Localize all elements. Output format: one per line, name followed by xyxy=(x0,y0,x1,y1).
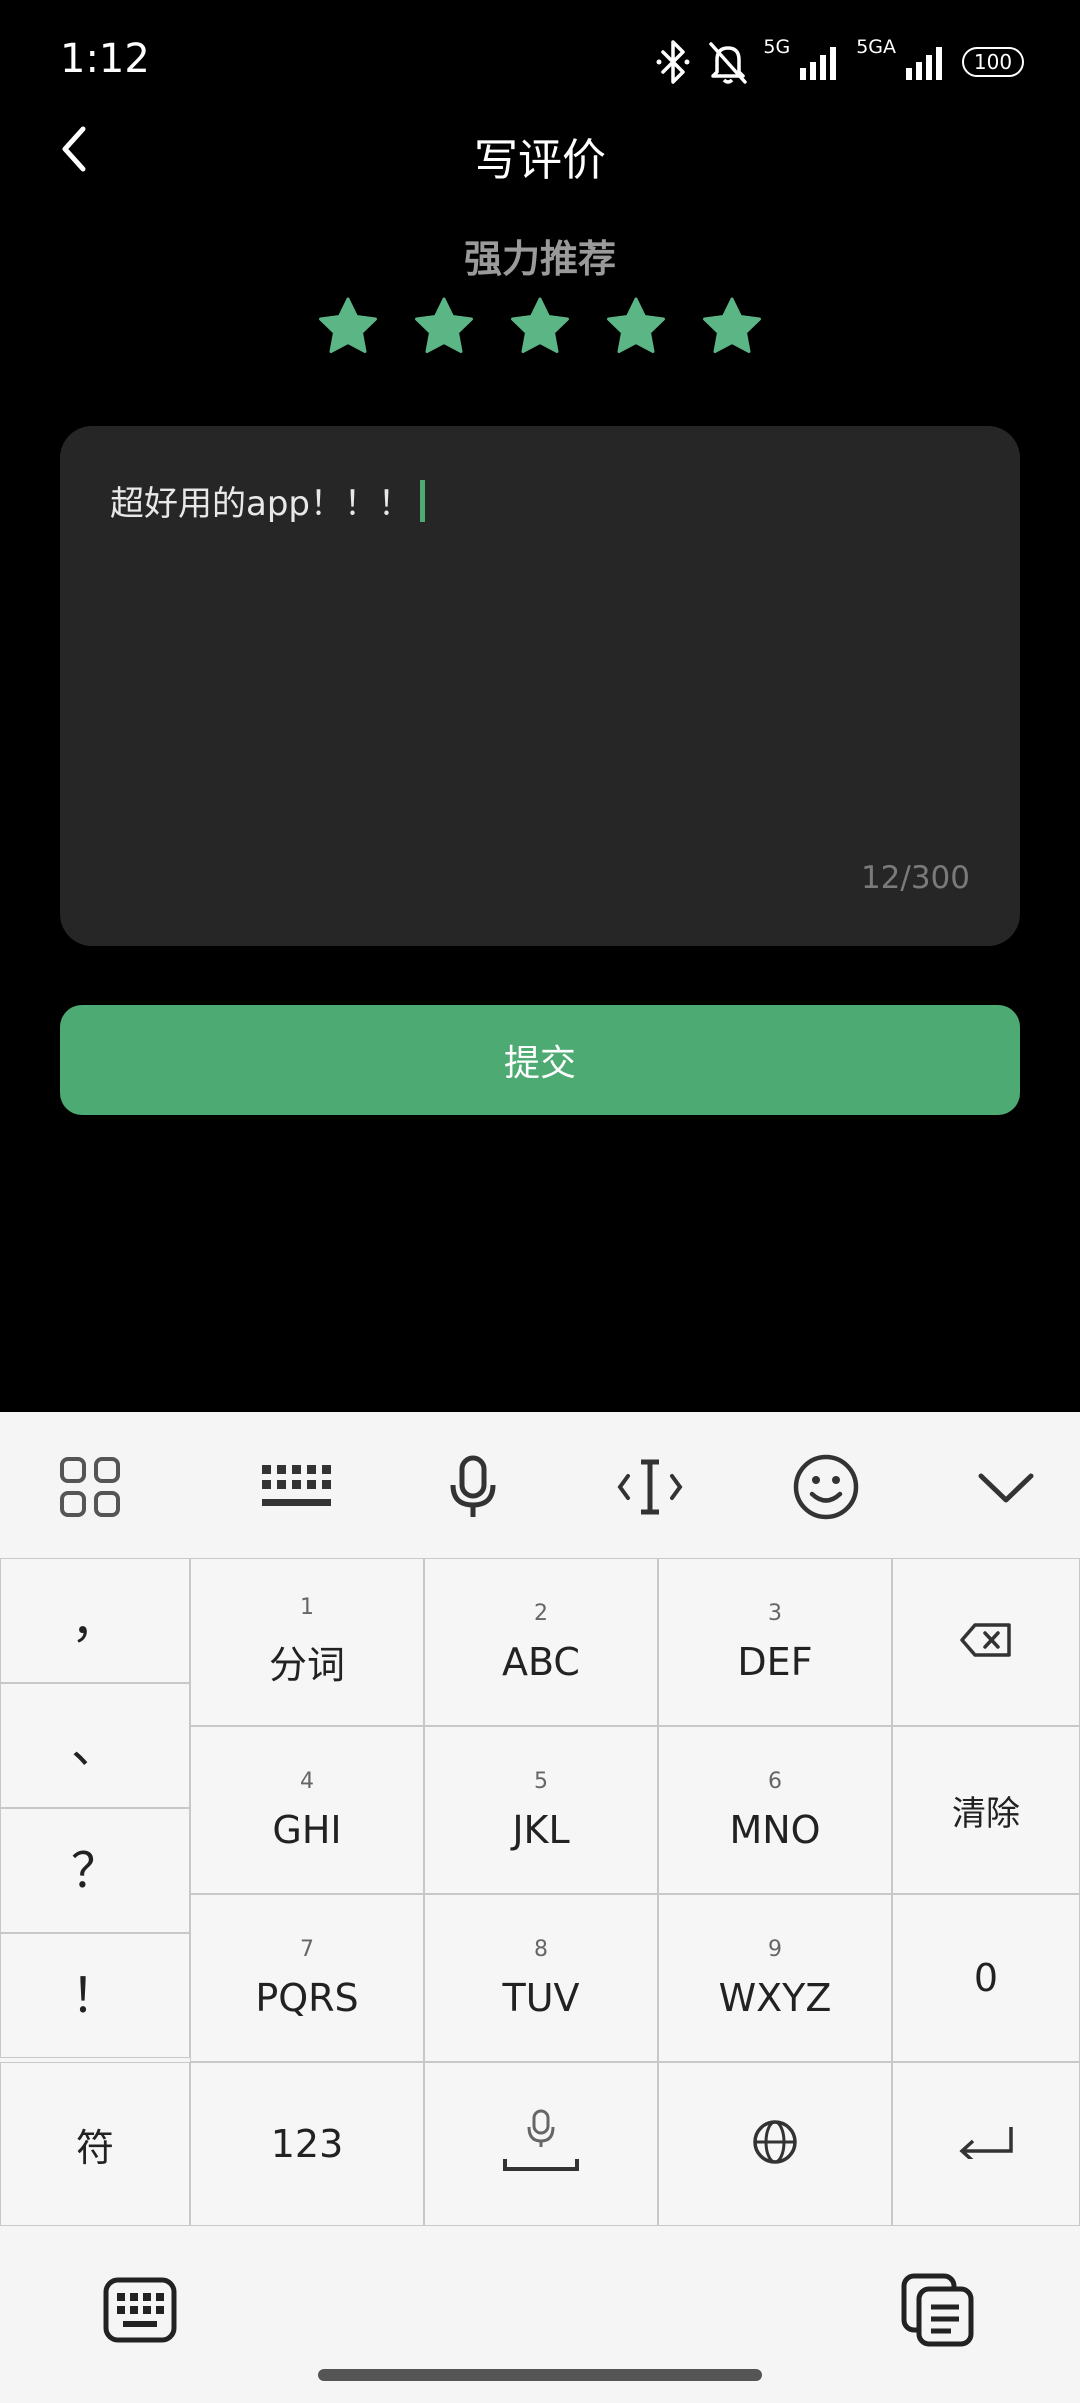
clear-key[interactable]: 清除 xyxy=(892,1726,1080,1894)
keyboard-switch-icon[interactable] xyxy=(100,2272,180,2348)
key-number: 4 xyxy=(300,1768,314,1794)
key-number: 7 xyxy=(300,1936,314,1962)
t9-key-2[interactable]: 2 ABC xyxy=(424,1558,658,1726)
submit-button[interactable]: 提交 xyxy=(60,1005,1020,1115)
key-number: 5 xyxy=(534,1768,548,1794)
key-label: TUV xyxy=(502,1975,580,2020)
t9-key-4[interactable]: 4 GHI xyxy=(190,1726,424,1894)
t9-key-1[interactable]: 1 分词 xyxy=(190,1558,424,1726)
t9-key-3[interactable]: 3 DEF xyxy=(658,1558,892,1726)
t9-key-7[interactable]: 7 PQRS xyxy=(190,1894,424,2062)
keyboard-toolbar xyxy=(0,1412,1080,1558)
key-label: DEF xyxy=(737,1639,813,1684)
key-label: MNO xyxy=(729,1807,821,1852)
star-icon[interactable] xyxy=(412,294,476,358)
key-number: 3 xyxy=(768,1600,782,1626)
space-mic-icon xyxy=(501,2109,581,2179)
t9-key-8[interactable]: 8 TUV xyxy=(424,1894,658,2062)
star-icon[interactable] xyxy=(316,294,380,358)
star-icon[interactable] xyxy=(604,294,668,358)
bell-off-icon xyxy=(707,40,749,84)
clipboard-icon[interactable] xyxy=(898,2272,978,2348)
review-text-wrap: 超好用的app！！！ xyxy=(110,476,425,525)
key-number: 1 xyxy=(300,1595,314,1620)
text-caret xyxy=(420,479,425,522)
language-key[interactable] xyxy=(658,2062,892,2226)
space-key[interactable] xyxy=(424,2062,658,2226)
key-label: 分词 xyxy=(268,1643,345,1687)
cursor-icon[interactable] xyxy=(610,1452,690,1522)
backspace-icon xyxy=(959,1622,1013,1662)
key-number: 6 xyxy=(768,1768,782,1794)
review-text: 超好用的app！！！ xyxy=(110,484,412,524)
status-bar: 1:12 5G 5GA 100 xyxy=(0,0,1080,120)
home-indicator[interactable] xyxy=(318,2369,762,2381)
key-label: GHI xyxy=(272,1807,342,1852)
punct-label: 、 xyxy=(70,1717,119,1774)
key-label: ABC xyxy=(502,1639,580,1684)
network-label-1: 5G xyxy=(763,36,791,58)
battery-icon: 100 xyxy=(962,47,1024,77)
key-number: 2 xyxy=(534,1600,548,1626)
rating-label: 强力推荐 xyxy=(463,237,616,281)
key-label: 符 xyxy=(75,2125,114,2170)
punct-label: ， xyxy=(70,1592,119,1649)
punct-label: ？ xyxy=(70,1842,119,1899)
symbols-key[interactable]: 符 xyxy=(0,2062,190,2226)
signal-icon xyxy=(798,44,842,80)
t9-key-9[interactable]: 9 WXYZ xyxy=(658,1894,892,2062)
enter-key[interactable] xyxy=(892,2062,1080,2226)
emoji-icon[interactable] xyxy=(786,1452,866,1522)
enter-icon xyxy=(957,2125,1015,2163)
bluetooth-icon xyxy=(653,40,693,84)
punct-key-comma[interactable]: ， xyxy=(0,1558,190,1683)
backspace-key[interactable] xyxy=(892,1558,1080,1726)
network-label-2: 5GA xyxy=(856,36,896,58)
apps-icon[interactable] xyxy=(50,1452,130,1522)
star-icon[interactable] xyxy=(508,294,572,358)
key-label: 清除 xyxy=(952,1793,1020,1834)
status-time: 1:12 xyxy=(60,36,150,82)
punct-key-dunhao[interactable]: 、 xyxy=(0,1683,190,1808)
chevron-down-icon[interactable] xyxy=(966,1452,1046,1522)
t9-key-5[interactable]: 5 JKL xyxy=(424,1726,658,1894)
status-icons: 5G 5GA 100 xyxy=(653,38,1024,86)
punct-key-exclamation[interactable]: ！ xyxy=(0,1933,190,2058)
microphone-icon[interactable] xyxy=(433,1452,513,1522)
globe-icon xyxy=(752,2119,798,2169)
key-number: 8 xyxy=(534,1936,548,1962)
numbers-key[interactable]: 123 xyxy=(190,2062,424,2226)
keyboard-icon[interactable] xyxy=(256,1452,336,1522)
key-label: JKL xyxy=(512,1807,570,1852)
zero-key[interactable]: 0 xyxy=(892,1894,1080,2062)
key-label: 123 xyxy=(270,2122,344,2166)
review-textarea[interactable]: 超好用的app！！！ 12/300 xyxy=(60,426,1020,946)
t9-key-6[interactable]: 6 MNO xyxy=(658,1726,892,1894)
key-number: 9 xyxy=(768,1936,782,1962)
star-icon[interactable] xyxy=(700,294,764,358)
char-count: 12/300 xyxy=(860,860,970,896)
star-rating[interactable] xyxy=(316,294,764,358)
page-title: 写评价 xyxy=(474,135,606,186)
signal-icon xyxy=(904,44,948,80)
punct-label: ！ xyxy=(70,1967,119,2024)
key-label: PQRS xyxy=(255,1975,359,2020)
punct-key-question[interactable]: ？ xyxy=(0,1808,190,1933)
key-label: WXYZ xyxy=(718,1975,832,2020)
key-label: 0 xyxy=(973,1956,999,2000)
